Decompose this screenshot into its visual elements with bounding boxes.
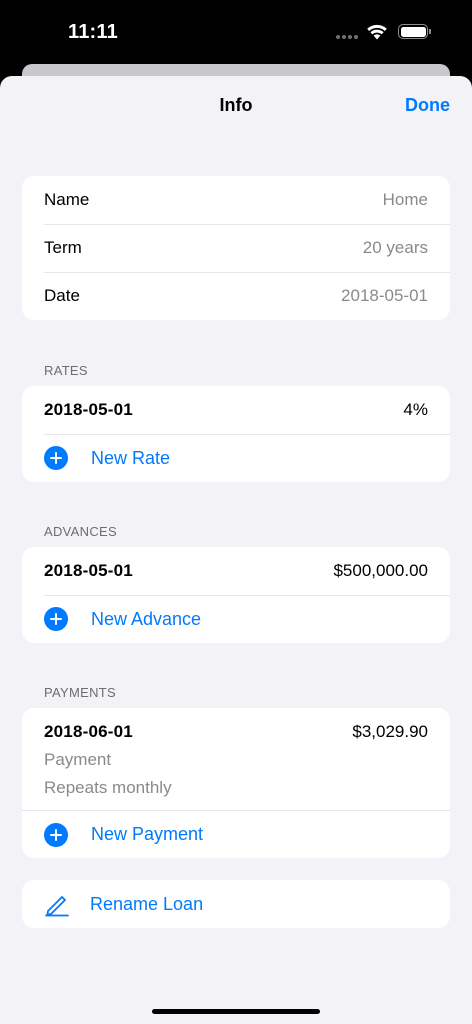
advance-value: $500,000.00 [333,561,428,580]
details-card: Name Home Term 20 years Date 2018-05-01 [22,176,450,320]
payment-type: Payment [44,750,112,769]
payments-section-header: PAYMENTS [44,685,116,700]
plus-circle-icon [44,822,68,847]
status-time: 11:11 [68,21,118,43]
wifi-icon [367,24,387,40]
advance-date: 2018-05-01 [44,561,133,580]
new-payment-button[interactable]: New Payment [22,810,450,858]
advances-card: 2018-05-01 $500,000.00 New Advance [22,547,450,643]
payment-amount: $3,029.90 [352,722,428,741]
home-indicator [152,1009,320,1014]
rename-card: Rename Loan [22,880,450,928]
advance-row[interactable]: 2018-05-01 $500,000.00 [22,547,450,595]
rate-row[interactable]: 2018-05-01 4% [22,386,450,434]
payment-date: 2018-06-01 [44,722,133,741]
new-rate-label: New Rate [91,447,171,468]
pencil-icon [45,896,69,917]
battery-icon [398,24,431,39]
new-advance-label: New Advance [91,608,202,629]
rename-loan-label: Rename Loan [90,893,204,914]
payments-card: 2018-06-01 $3,029.90 Payment Repeats mon… [22,708,450,858]
new-rate-button[interactable]: New Rate [22,434,450,482]
date-value: 2018-05-01 [341,286,428,305]
term-label: Term [44,238,82,257]
name-row[interactable]: Name Home [22,176,450,224]
done-button[interactable]: Done [405,95,450,116]
name-value: Home [382,190,428,209]
rate-value: 4% [403,400,428,419]
page-title: Info [219,95,253,115]
plus-circle-icon [44,446,68,470]
rates-section-header: RATES [44,363,88,378]
rates-card: 2018-05-01 4% New Rate [22,386,450,482]
term-value: 20 years [362,238,428,257]
new-advance-button[interactable]: New Advance [22,595,450,643]
term-row[interactable]: Term 20 years [22,224,450,272]
plus-circle-icon [44,607,68,631]
name-label: Name [44,190,90,209]
status-bar: 11:11 [0,0,472,64]
payment-row[interactable]: 2018-06-01 $3,029.90 Payment Repeats mon… [22,708,450,810]
new-payment-label: New Payment [91,824,204,844]
date-row[interactable]: Date 2018-05-01 [22,272,450,320]
rename-loan-button[interactable]: Rename Loan [22,880,450,928]
advances-section-header: ADVANCES [44,524,117,539]
cellular-signal-icon [336,35,358,41]
payment-schedule: Repeats monthly [44,778,172,797]
rate-date: 2018-05-01 [44,400,133,419]
date-label: Date [44,286,80,305]
